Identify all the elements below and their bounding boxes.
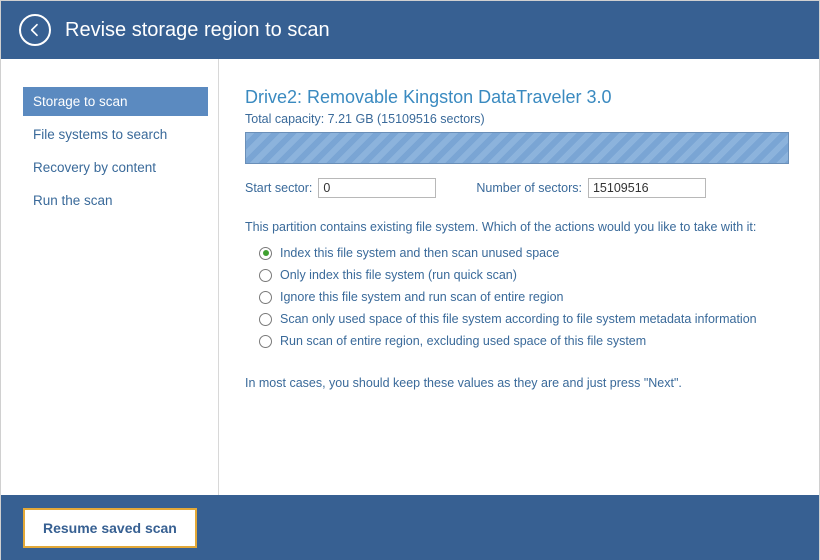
scan-options: Index this file system and then scan unu… [259,246,789,348]
main-panel: Drive2: Removable Kingston DataTraveler … [219,59,819,495]
header: Revise storage region to scan [1,1,819,59]
sidebar-item-run-the-scan[interactable]: Run the scan [23,186,208,215]
arrow-left-icon [27,22,43,38]
start-sector-input[interactable] [318,178,436,198]
radio-icon [259,247,272,260]
start-sector-label: Start sector: [245,181,312,195]
option-index-then-scan[interactable]: Index this file system and then scan unu… [259,246,789,260]
option-label: Index this file system and then scan unu… [280,246,559,260]
option-label: Scan only used space of this file system… [280,312,757,326]
option-ignore-scan-entire[interactable]: Ignore this file system and run scan of … [259,290,789,304]
footer: Resume saved scan [1,495,819,560]
num-sectors-label: Number of sectors: [476,181,582,195]
back-button[interactable] [19,14,51,46]
drive-title: Drive2: Removable Kingston DataTraveler … [245,87,789,108]
option-label: Ignore this file system and run scan of … [280,290,563,304]
sidebar: Storage to scan File systems to search R… [1,59,219,495]
option-label: Run scan of entire region, excluding use… [280,334,646,348]
sidebar-item-recovery-by-content[interactable]: Recovery by content [23,153,208,182]
hint-text: In most cases, you should keep these val… [245,376,789,390]
radio-icon [259,313,272,326]
option-label: Only index this file system (run quick s… [280,268,517,282]
option-only-index[interactable]: Only index this file system (run quick s… [259,268,789,282]
page-title: Revise storage region to scan [65,19,330,42]
option-exclude-used[interactable]: Run scan of entire region, excluding use… [259,334,789,348]
radio-icon [259,335,272,348]
num-sectors-input[interactable] [588,178,706,198]
capacity-text: Total capacity: 7.21 GB (15109516 sector… [245,112,789,126]
resume-saved-scan-button[interactable]: Resume saved scan [23,508,197,548]
option-scan-used-only[interactable]: Scan only used space of this file system… [259,312,789,326]
sidebar-item-storage-to-scan[interactable]: Storage to scan [23,87,208,116]
storage-region-bar[interactable] [245,132,789,164]
question-text: This partition contains existing file sy… [245,220,789,234]
radio-icon [259,291,272,304]
sidebar-item-file-systems[interactable]: File systems to search [23,120,208,149]
radio-icon [259,269,272,282]
